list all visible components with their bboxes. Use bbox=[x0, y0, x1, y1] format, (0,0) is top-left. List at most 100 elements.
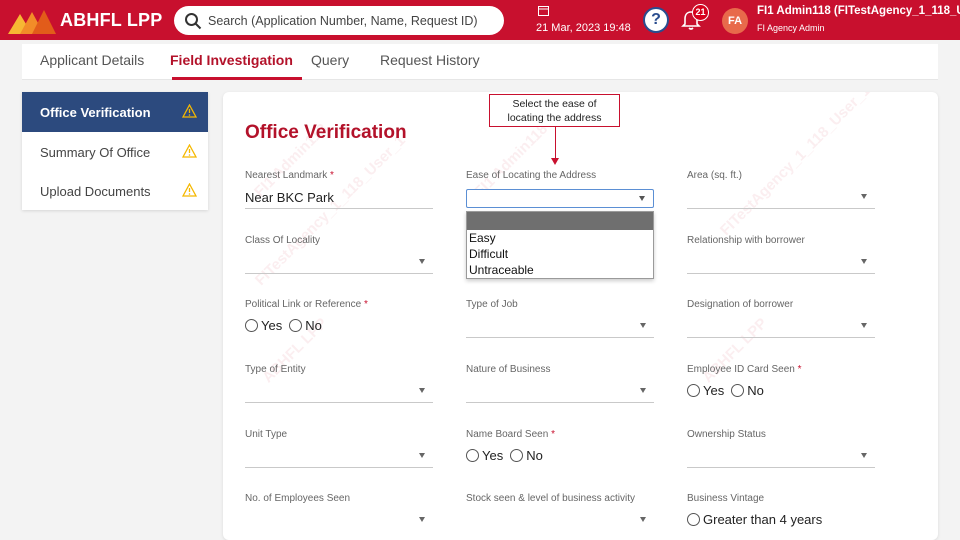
dropdown-option-easy[interactable]: Easy bbox=[469, 231, 496, 245]
chevron-down-icon bbox=[419, 453, 425, 458]
chevron-down-icon bbox=[419, 388, 425, 393]
type-of-job-field[interactable]: Type of Job bbox=[466, 299, 654, 349]
ease-of-locating-dropdown: Easy Difficult Untraceable bbox=[466, 211, 654, 279]
name-board-seen-field: Name Board Seen * Yes No bbox=[466, 429, 654, 479]
sidebar-item-summary-of-office[interactable]: Summary Of Office bbox=[22, 132, 208, 172]
chevron-down-icon bbox=[640, 517, 646, 522]
required-mark: * bbox=[797, 364, 802, 375]
field-label: Type of Job bbox=[466, 299, 518, 310]
business-vintage-radio-group: Greater than 4 years bbox=[687, 512, 829, 527]
notification-count-badge: 21 bbox=[692, 4, 709, 21]
field-label: Name Board Seen bbox=[466, 429, 549, 440]
radio-icon bbox=[687, 384, 700, 397]
sidebar-item-label: Summary Of Office bbox=[40, 145, 151, 160]
chevron-down-icon bbox=[861, 259, 867, 264]
user-avatar[interactable]: FA bbox=[722, 8, 748, 34]
field-label: No. of Employees Seen bbox=[245, 493, 351, 504]
political-link-field: Political Link or Reference * Yes No bbox=[245, 299, 433, 349]
sidebar-item-office-verification[interactable]: Office Verification bbox=[22, 92, 208, 132]
dropdown-option-blank[interactable] bbox=[467, 212, 653, 230]
class-of-locality-field[interactable]: Class Of Locality bbox=[245, 235, 433, 285]
sidebar-menu: Office Verification Summary Of Office Up… bbox=[22, 92, 208, 210]
calendar-icon bbox=[538, 6, 549, 16]
area-field[interactable]: Area (sq. ft.) bbox=[687, 170, 875, 220]
callout-arrow-line bbox=[555, 127, 556, 160]
radio-yes[interactable]: Yes bbox=[687, 383, 724, 398]
radio-yes[interactable]: Yes bbox=[466, 448, 503, 463]
tab-applicant-details[interactable]: Applicant Details bbox=[40, 52, 144, 68]
field-label: Class Of Locality bbox=[245, 235, 321, 246]
field-underline bbox=[245, 467, 433, 468]
field-underline bbox=[687, 273, 875, 274]
field-label: Stock seen & level of business activity bbox=[466, 493, 635, 504]
user-role: FI Agency Admin bbox=[757, 23, 825, 33]
user-name[interactable]: FI1 Admin118 (FITestAgency_1_118_Use bbox=[757, 5, 960, 17]
warning-icon bbox=[182, 144, 197, 158]
field-label: Ownership Status bbox=[687, 429, 766, 440]
search-icon bbox=[185, 12, 202, 29]
field-underline bbox=[245, 273, 433, 274]
sidebar-item-label: Office Verification bbox=[40, 105, 151, 120]
radio-yes[interactable]: Yes bbox=[245, 318, 282, 333]
employee-id-radio-group: Yes No bbox=[687, 383, 771, 398]
relationship-with-borrower-field[interactable]: Relationship with borrower bbox=[687, 235, 875, 285]
stock-seen-field[interactable]: Stock seen & level of business activity bbox=[466, 493, 654, 540]
brand-name: ABHFL LPP bbox=[60, 10, 163, 30]
field-label: Business Vintage bbox=[687, 493, 765, 504]
warning-icon bbox=[182, 183, 197, 197]
radio-no[interactable]: No bbox=[731, 383, 764, 398]
nearest-landmark-field[interactable]: Nearest Landmark * Near BKC Park bbox=[245, 170, 433, 220]
radio-greater-than-4-years[interactable]: Greater than 4 years bbox=[687, 512, 822, 527]
dropdown-option-untraceable[interactable]: Untraceable bbox=[469, 263, 534, 277]
chevron-down-icon bbox=[640, 323, 646, 328]
help-icon[interactable]: ? bbox=[643, 7, 669, 33]
radio-icon bbox=[466, 449, 479, 462]
tab-query[interactable]: Query bbox=[311, 52, 349, 68]
type-of-entity-field[interactable]: Type of Entity bbox=[245, 364, 433, 414]
radio-no[interactable]: No bbox=[289, 318, 322, 333]
global-search-box[interactable] bbox=[174, 6, 504, 35]
field-label: Employee ID Card Seen bbox=[687, 364, 795, 375]
field-label: Designation of borrower bbox=[687, 299, 794, 310]
tab-request-history[interactable]: Request History bbox=[380, 52, 480, 68]
field-label: Nearest Landmark bbox=[245, 170, 328, 181]
no-of-employees-field[interactable]: No. of Employees Seen bbox=[245, 493, 433, 540]
chevron-down-icon bbox=[639, 196, 645, 201]
field-label: Relationship with borrower bbox=[687, 235, 805, 246]
field-underline bbox=[245, 208, 433, 209]
chevron-down-icon bbox=[419, 517, 425, 522]
dropdown-option-difficult[interactable]: Difficult bbox=[469, 247, 508, 261]
nearest-landmark-value[interactable]: Near BKC Park bbox=[245, 190, 334, 205]
required-mark: * bbox=[551, 429, 555, 440]
radio-no[interactable]: No bbox=[510, 448, 543, 463]
field-underline bbox=[245, 402, 433, 403]
radio-icon bbox=[510, 449, 524, 462]
political-link-radio-group: Yes No bbox=[245, 318, 329, 333]
business-vintage-field: Business Vintage Greater than 4 years bbox=[687, 493, 875, 540]
field-label: Political Link or Reference bbox=[245, 299, 362, 310]
radio-icon bbox=[289, 319, 303, 332]
radio-icon bbox=[731, 384, 745, 397]
sidebar-item-upload-documents[interactable]: Upload Documents bbox=[22, 171, 208, 211]
sidebar-item-label: Upload Documents bbox=[40, 184, 151, 199]
ownership-status-field[interactable]: Ownership Status bbox=[687, 429, 875, 479]
nature-of-business-field[interactable]: Nature of Business bbox=[466, 364, 654, 414]
chevron-down-icon bbox=[861, 453, 867, 458]
ease-of-locating-select[interactable] bbox=[466, 189, 654, 208]
chevron-down-icon bbox=[640, 388, 646, 393]
employee-id-card-field: Employee ID Card Seen * Yes No bbox=[687, 364, 875, 414]
current-datetime: 21 Mar, 2023 19:48 bbox=[536, 22, 631, 34]
tab-field-investigation[interactable]: Field Investigation bbox=[170, 52, 293, 68]
brand-logo bbox=[8, 10, 56, 34]
warning-icon bbox=[182, 104, 197, 118]
chevron-down-icon bbox=[861, 323, 867, 328]
search-input[interactable] bbox=[208, 13, 498, 28]
chevron-down-icon bbox=[861, 194, 867, 199]
field-label: Ease of Locating the Address bbox=[466, 170, 597, 181]
field-label: Type of Entity bbox=[245, 364, 306, 375]
field-underline bbox=[466, 337, 654, 338]
unit-type-field[interactable]: Unit Type bbox=[245, 429, 433, 479]
callout-line-1: Select the ease of bbox=[512, 98, 597, 110]
field-underline bbox=[687, 337, 875, 338]
designation-field[interactable]: Designation of borrower bbox=[687, 299, 875, 349]
